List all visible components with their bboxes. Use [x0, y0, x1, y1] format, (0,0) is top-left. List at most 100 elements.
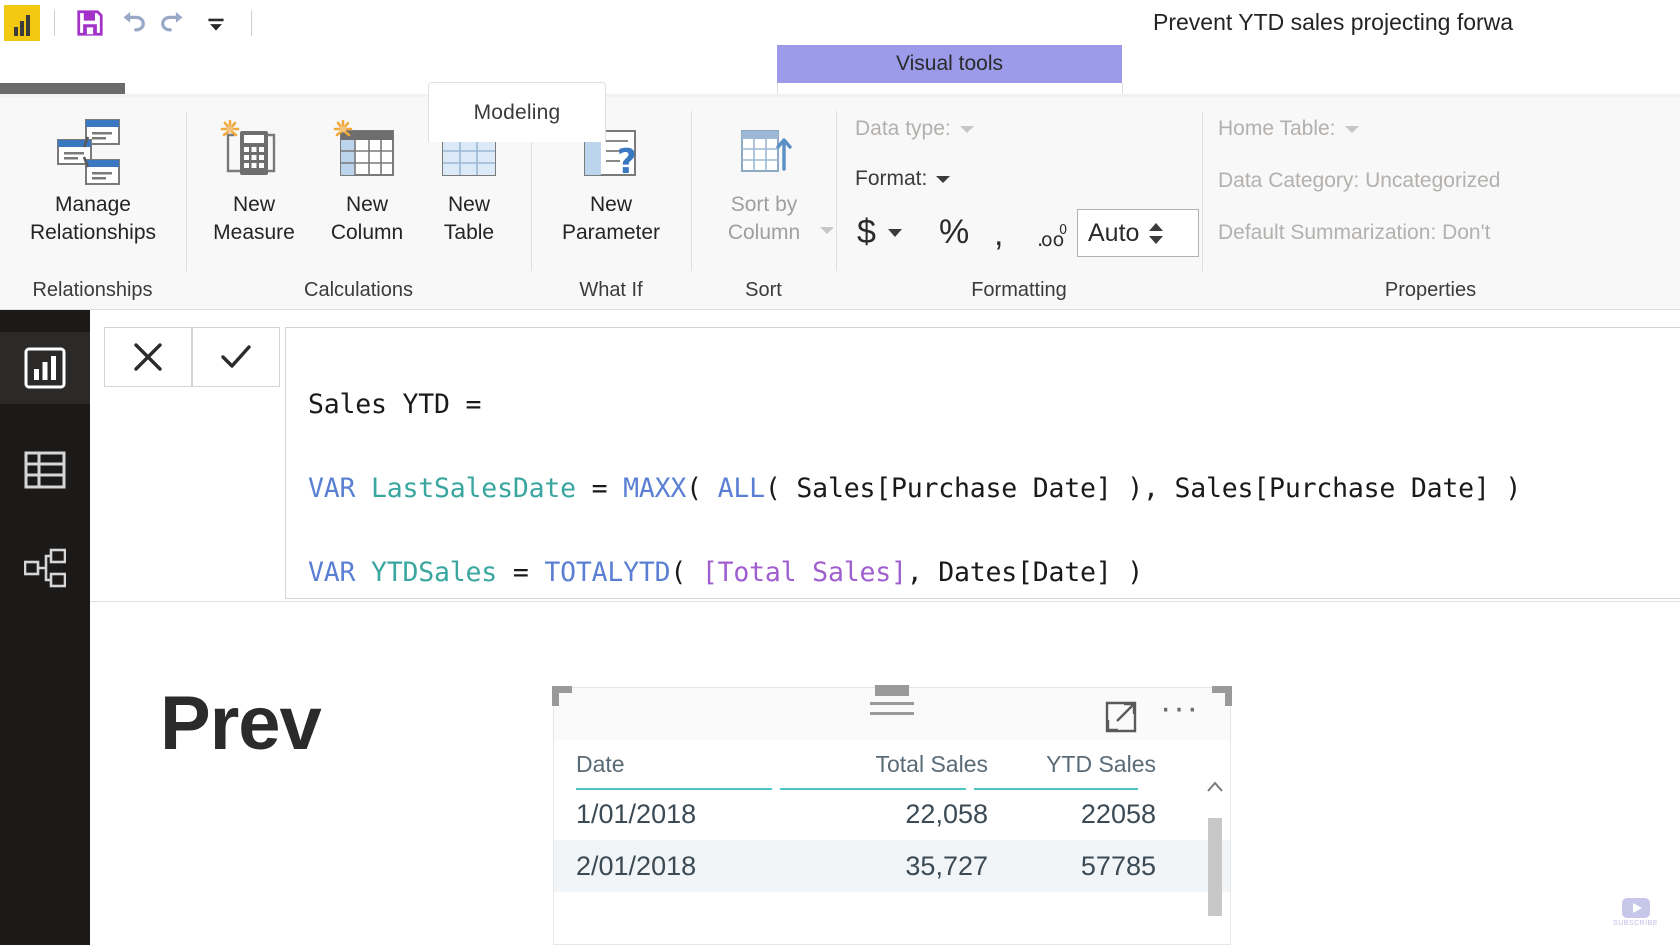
new-measure-calculator-icon — [216, 115, 292, 189]
default-summarization-field[interactable]: Default Summarization: Don't — [1218, 221, 1490, 245]
thousands-separator-button[interactable]: , — [994, 215, 1003, 254]
youtube-subscribe-icon — [1621, 898, 1650, 918]
column-header-date[interactable]: Date — [576, 751, 798, 778]
column-header-ytd-sales[interactable]: YTD Sales — [988, 751, 1156, 778]
manage-relationships-label: Manage Relationships — [29, 193, 157, 244]
redo-arrow-icon — [161, 11, 183, 31]
tab-modeling[interactable]: Modeling — [428, 82, 606, 142]
new-measure-label: New Measure — [213, 193, 295, 244]
manage-relationships-button[interactable]: Manage Relationships — [18, 115, 168, 247]
dax-formula-editor[interactable]: Sales YTD = VAR LastSalesDate = MAXX( AL… — [285, 327, 1680, 599]
visual-table: Date Total Sales YTD Sales 1/01/2018 22,… — [554, 740, 1230, 892]
model-relationships-icon — [24, 548, 66, 588]
column-header-total-sales[interactable]: Total Sales — [798, 751, 988, 778]
decimal-places-stepper[interactable] — [1149, 222, 1164, 244]
percent-format-button[interactable]: % — [939, 213, 969, 252]
sidebar-item-model-view[interactable] — [0, 532, 90, 604]
sort-by-column-button[interactable]: Sort by Column — [700, 115, 834, 247]
new-column-label: New Column — [330, 193, 404, 244]
scrollbar-thumb[interactable] — [1208, 818, 1222, 916]
toolbar-divider-2 — [251, 9, 252, 36]
toolbar-divider — [54, 9, 55, 36]
ribbon-group-sort: Sort by Column Sort — [692, 97, 835, 310]
sort-by-column-caret-icon[interactable] — [811, 221, 834, 239]
sidebar-item-data-view[interactable] — [0, 434, 90, 506]
sidebar-item-report-view[interactable] — [0, 332, 90, 404]
decimal-places-button[interactable]: . oo 0 — [1037, 221, 1075, 251]
checkmark-icon — [221, 345, 251, 368]
report-canvas: Prev ··· Date Total Sales YTD Sales 1/01… — [90, 602, 1680, 945]
data-category-label: Data Category: Uncategorized — [1218, 169, 1501, 192]
ribbon-group-formatting: Data type: Format: $ % , . oo 0 Auto For… — [837, 97, 1201, 310]
decimal-places-input[interactable]: Auto — [1077, 209, 1199, 257]
cell-total-sales: 35,727 — [905, 850, 988, 881]
currency-format-button[interactable]: $ — [857, 213, 902, 252]
ribbon-group-properties: Home Table: Data Category: Uncategorized… — [1203, 97, 1680, 310]
new-table-label: New Table — [443, 193, 495, 244]
format-field[interactable]: Format: — [855, 167, 951, 191]
commit-formula-button[interactable] — [192, 327, 280, 387]
ribbon-group-label-calculations: Calculations — [304, 279, 413, 301]
cancel-formula-button[interactable] — [104, 327, 192, 387]
contextual-tools-band: Visual tools — [777, 45, 1122, 83]
cell-ytd-sales: 57785 — [1080, 850, 1156, 881]
redo-button[interactable] — [153, 3, 195, 43]
currency-icon: $ — [857, 213, 876, 251]
undo-button[interactable] — [111, 3, 153, 43]
scroll-up-icon[interactable] — [1206, 780, 1224, 799]
formula-bar: Sales YTD = VAR LastSalesDate = MAXX( AL… — [90, 310, 1680, 602]
cell-date: 2/01/2018 — [576, 850, 697, 881]
sort-by-column-icon — [726, 115, 802, 189]
new-measure-button[interactable]: New Measure — [199, 115, 309, 247]
sort-by-column-label: Sort by Column — [727, 193, 801, 244]
format-dropdown-icon[interactable] — [936, 175, 951, 183]
report-chart-icon — [24, 347, 66, 389]
cell-total-sales: 22,058 — [905, 798, 988, 829]
view-switcher-rail — [0, 310, 90, 945]
data-type-dropdown-icon[interactable] — [959, 125, 974, 133]
currency-dropdown-icon[interactable] — [887, 228, 902, 237]
customize-quick-access-button[interactable] — [195, 3, 237, 43]
dax-line-2: VAR LastSalesDate = MAXX( ALL( Sales[Pur… — [308, 473, 1522, 504]
drag-grip-icon[interactable] — [870, 702, 914, 722]
save-button[interactable] — [69, 3, 111, 43]
data-category-field[interactable]: Data Category: Uncategorized — [1218, 169, 1501, 193]
power-bi-desktop-window: Prevent YTD sales projecting forwa Visua… — [0, 0, 1680, 945]
ribbon-group-label-relationships: Relationships — [32, 279, 153, 301]
home-table-label: Home Table: — [1218, 117, 1336, 140]
ribbon-group-label-what-if: What If — [579, 279, 643, 301]
new-column-table-icon — [329, 115, 405, 189]
save-icon — [77, 9, 103, 36]
table-visual[interactable]: ··· Date Total Sales YTD Sales 1/01/2018 — [552, 685, 1231, 945]
visual-scrollbar[interactable] — [1202, 780, 1228, 944]
ribbon-group-label-properties: Properties — [1384, 279, 1477, 301]
subscribe-watermark: SUBSCRIBE — [1613, 897, 1658, 927]
default-summarization-label: Default Summarization: Don't — [1218, 221, 1491, 244]
svg-text:0: 0 — [1059, 223, 1067, 238]
ribbon-group-relationships: Manage Relationships Relationships — [0, 97, 185, 310]
decimal-places-value: Auto — [1088, 218, 1140, 247]
dax-line-1: Sales YTD = — [308, 389, 482, 420]
new-column-button[interactable]: New Column — [312, 115, 422, 247]
home-table-dropdown-icon[interactable] — [1344, 125, 1359, 133]
cell-date: 1/01/2018 — [576, 798, 697, 829]
svg-text:?: ? — [617, 142, 637, 182]
resize-handle-top-center[interactable] — [875, 685, 909, 696]
ribbon: Manage Relationships Relationships New M… — [0, 97, 1680, 310]
data-type-label: Data type: — [855, 117, 951, 140]
ribbon-tab-strip: Visual tools File Home View Modeling Hel… — [0, 45, 1680, 142]
data-table-icon — [24, 451, 66, 489]
table-row[interactable]: 2/01/2018 35,727 57785 — [554, 840, 1230, 892]
ribbon-group-label-sort: Sort — [745, 279, 782, 301]
ribbon-group-label-formatting: Formatting — [971, 279, 1067, 301]
home-table-field[interactable]: Home Table: — [1218, 117, 1359, 141]
relationships-icon — [54, 115, 132, 189]
data-type-field[interactable]: Data type: — [855, 117, 974, 141]
more-options-button[interactable]: ··· — [1160, 691, 1200, 725]
focus-mode-button[interactable] — [1104, 700, 1138, 739]
dax-code: Sales YTD = VAR LastSalesDate = MAXX( AL… — [308, 342, 1680, 598]
table-row[interactable]: 1/01/2018 22,058 22058 — [554, 788, 1230, 840]
percent-icon: % — [939, 213, 970, 251]
report-page: Prev ··· Date Total Sales YTD Sales 1/01… — [110, 602, 1680, 945]
format-label: Format: — [855, 167, 928, 190]
